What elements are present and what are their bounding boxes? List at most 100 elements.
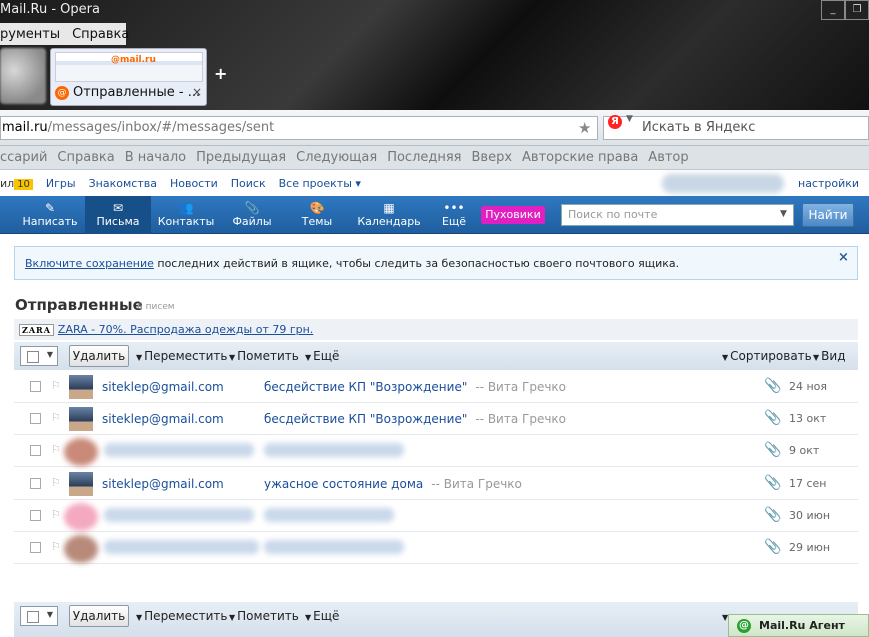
nav-glossary[interactable]: ссарий — [0, 150, 47, 165]
search-engine-dropdown-icon[interactable]: ▼ — [626, 114, 633, 124]
menu-help[interactable]: Справка — [72, 27, 129, 42]
nav-last[interactable]: Последняя — [387, 150, 461, 165]
themes-button[interactable]: 🎨 Темы — [292, 196, 342, 234]
nav-previous[interactable]: Предыдущая — [196, 150, 286, 165]
row-checkbox[interactable] — [30, 381, 41, 392]
message-from[interactable]: siteklep@gmail.com — [102, 380, 224, 394]
browser-search-input[interactable]: Искать в Яндекс — [603, 116, 869, 140]
triangle-down-icon: ▼ — [305, 613, 312, 622]
nav-up[interactable]: Вверх — [472, 150, 513, 165]
compose-button[interactable]: ✎ Написать — [18, 196, 82, 234]
nav-next[interactable]: Следующая — [296, 150, 377, 165]
mark-menu[interactable]: ▼ Пометить — [229, 609, 299, 623]
row-checkbox[interactable] — [30, 510, 41, 521]
row-checkbox[interactable] — [30, 413, 41, 424]
nav-copyright[interactable]: Авторские права — [522, 150, 638, 165]
message-subject-blurred[interactable] — [264, 540, 404, 554]
message-row[interactable]: ⚐ 📎 9 окт — [14, 435, 858, 467]
flag-icon[interactable]: ⚐ — [51, 411, 61, 424]
files-button[interactable]: 📎 Файлы — [226, 196, 278, 234]
row-checkbox[interactable] — [30, 445, 41, 456]
enable-history-link[interactable]: Включите сохранение — [25, 257, 154, 270]
sort-menu[interactable]: ▼ Сортировать — [722, 349, 812, 363]
message-row[interactable]: ⚐ 📎 29 июн — [14, 532, 858, 564]
select-all-dropdown[interactable]: ▼ — [20, 606, 58, 626]
url-host: mail.ru — [2, 120, 48, 135]
select-all-dropdown[interactable]: ▼ — [20, 346, 58, 366]
message-subject[interactable]: ужасное состояние дома -- Вита Гречко — [264, 477, 522, 491]
restore-icon[interactable]: ❐ — [845, 0, 869, 20]
message-date: 9 окт — [789, 444, 820, 457]
flag-icon[interactable]: ⚐ — [51, 540, 61, 553]
message-from[interactable]: siteklep@gmail.com — [102, 412, 224, 426]
calendar-icon: ▦ — [383, 201, 395, 215]
minimize-icon[interactable]: _ — [821, 0, 845, 20]
portal-search[interactable]: Поиск — [231, 177, 266, 190]
contacts-button[interactable]: 👥 Контакты — [155, 196, 217, 234]
delete-button[interactable]: Удалить — [69, 605, 129, 627]
find-button[interactable]: Найти — [802, 203, 854, 227]
nav-author[interactable]: Автор — [648, 150, 688, 165]
row-checkbox[interactable] — [30, 542, 41, 553]
portal-games[interactable]: Игры — [46, 177, 76, 190]
subject-text: ужасное состояние дома — [264, 477, 424, 491]
portal-news[interactable]: Новости — [170, 177, 218, 190]
flag-icon[interactable]: ⚐ — [51, 508, 61, 521]
move-menu[interactable]: ▼ Переместить — [136, 349, 227, 363]
chevron-down-icon: ▾ — [355, 177, 361, 190]
portal-mail[interactable]: ил 10 — [0, 177, 33, 190]
ad-banner[interactable]: ZARA ZARA - 70%. Распродажа одежды от 79… — [14, 319, 858, 340]
message-subject-blurred[interactable] — [264, 443, 404, 457]
bookmark-star-icon[interactable]: ★ — [578, 119, 591, 137]
new-tab-icon[interactable]: + — [214, 64, 227, 83]
navigation-bar: ссарий Справка В начало Предыдущая Следу… — [0, 146, 869, 170]
mail-search-input[interactable]: Поиск по почте — [561, 204, 794, 226]
nav-home[interactable]: В начало — [125, 150, 186, 165]
flag-icon[interactable]: ⚐ — [51, 379, 61, 392]
message-from-blurred[interactable] — [104, 540, 259, 554]
message-subject-blurred[interactable] — [264, 508, 394, 522]
nav-help[interactable]: Справка — [57, 150, 114, 165]
promo-button[interactable]: Пуховики — [481, 206, 545, 224]
move-menu[interactable]: ▼ Переместить — [136, 609, 227, 623]
message-subject[interactable]: бесдействие КП "Возрождение" -- Вита Греч… — [264, 412, 566, 426]
more-actions-menu[interactable]: ▼ Ещё — [305, 609, 339, 623]
portal-dating[interactable]: Знакомства — [89, 177, 157, 190]
message-from-blurred[interactable] — [104, 443, 254, 457]
message-subject[interactable]: бесдействие КП "Возрождение" -- Вита Греч… — [264, 380, 566, 394]
message-row[interactable]: ⚐ 📎 30 июн — [14, 500, 858, 532]
flag-icon[interactable]: ⚐ — [51, 443, 61, 456]
flag-icon[interactable]: ⚐ — [51, 476, 61, 489]
view-menu[interactable]: ▼ Вид — [813, 349, 845, 363]
yandex-icon[interactable]: Я — [608, 115, 622, 129]
tab-close-icon[interactable]: × — [192, 85, 202, 99]
close-icon[interactable]: × — [838, 250, 849, 265]
message-from-blurred[interactable] — [104, 508, 254, 522]
message-row[interactable]: ⚐ siteklep@gmail.com ужасное состояние д… — [14, 468, 858, 500]
sort-label: Сортировать — [730, 349, 812, 363]
calendar-button[interactable]: ▦ Календарь — [356, 196, 422, 234]
delete-button[interactable]: Удалить — [69, 345, 129, 367]
triangle-down-icon: ▼ — [305, 353, 312, 362]
message-row[interactable]: ⚐ siteklep@gmail.com бесдействие КП "Воз… — [14, 371, 858, 403]
mark-menu[interactable]: ▼ Пометить — [229, 349, 299, 363]
row-checkbox[interactable] — [30, 478, 41, 489]
more-actions-menu[interactable]: ▼ Ещё — [305, 349, 339, 363]
message-row[interactable]: ⚐ siteklep@gmail.com бесдействие КП "Воз… — [14, 403, 858, 435]
files-label: Файлы — [232, 215, 272, 228]
checkbox-icon — [27, 611, 39, 623]
letters-button[interactable]: ✉ Письма — [85, 196, 151, 234]
menu-tools[interactable]: рументы — [0, 27, 60, 42]
tab-thumbnail-blurred[interactable] — [0, 48, 46, 104]
message-recipient: -- Вита Гречко — [475, 380, 567, 394]
user-email-blurred[interactable] — [662, 174, 784, 193]
tab-sent[interactable]: @mail.ru @ Отправленные - ... × — [50, 48, 207, 106]
message-from[interactable]: siteklep@gmail.com — [102, 477, 224, 491]
mailru-agent-button[interactable]: @ Mail.Ru Агент — [728, 614, 869, 637]
settings-link[interactable]: настройки — [798, 177, 859, 190]
portal-all-projects[interactable]: Все проекты ▾ — [279, 177, 361, 190]
search-dropdown-icon[interactable]: ▼ — [780, 209, 787, 219]
url-field[interactable]: mail.ru/messages/inbox/#/messages/sent — [0, 116, 598, 140]
more-button[interactable]: ••• Ещё — [434, 196, 474, 234]
ad-link[interactable]: ZARA - 70%. Распродажа одежды от 79 грн. — [58, 323, 313, 336]
